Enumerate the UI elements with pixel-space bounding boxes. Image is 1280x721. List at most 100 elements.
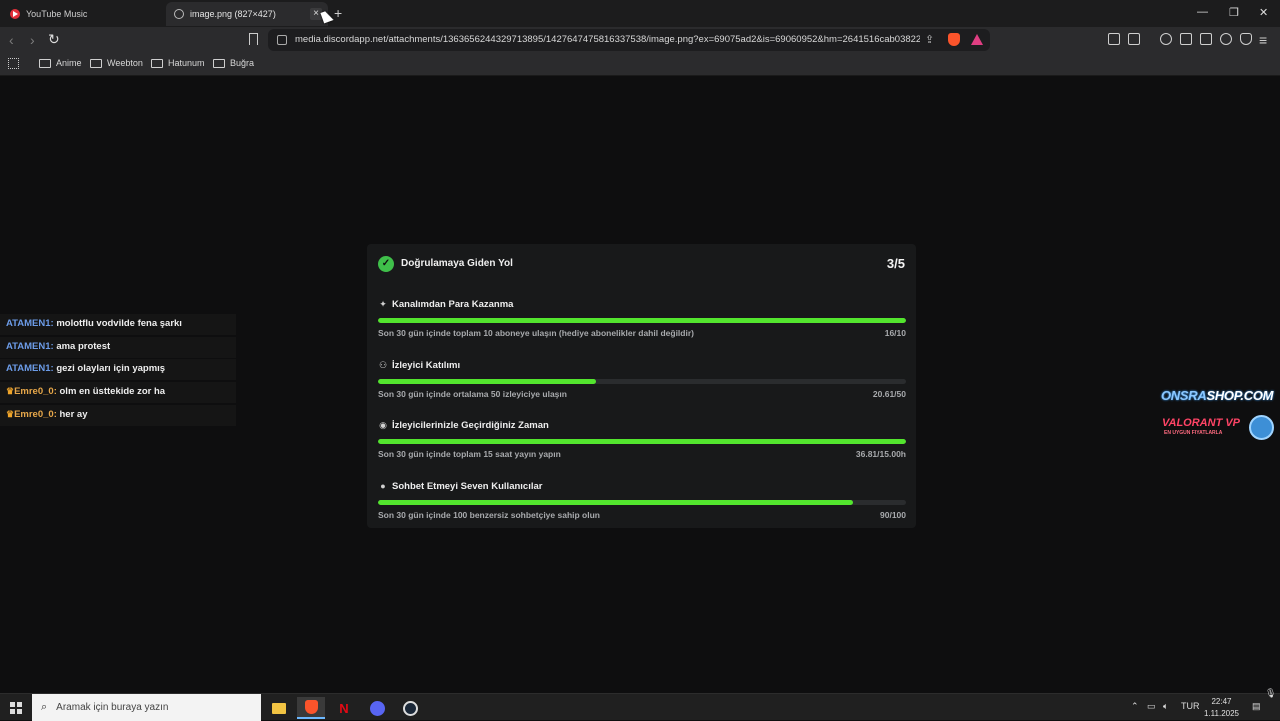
requirement-value: 90/100	[880, 510, 906, 520]
promo-logo: ONSRASHOP.COM	[1161, 388, 1273, 403]
card-title: Doğrulamaya Giden Yol	[401, 258, 513, 269]
requirement-unique-chatters: ● Sohbet Etmeyi Seven Kullanıcılar Son 3…	[378, 480, 906, 530]
bookmark-folder-hatunum[interactable]: Hatunum	[151, 58, 205, 68]
folder-icon	[213, 58, 225, 68]
maximize-button[interactable]: ❐	[1229, 6, 1239, 19]
progress-track	[378, 500, 906, 505]
chat-message: ATAMEN1: molotflu vodvilde fena şarkı	[0, 314, 236, 335]
share-icon[interactable]: ⇪	[925, 33, 934, 46]
broadcast-icon: ◉	[379, 420, 387, 430]
media-icon[interactable]	[1160, 33, 1172, 45]
requirement-value: 16/10	[884, 328, 906, 338]
bookmark-icon[interactable]	[249, 33, 258, 45]
browser-toolbar: ‹ › ↻ media.discordapp.net/attachments/1…	[0, 27, 1280, 53]
folder-icon	[90, 58, 102, 68]
chat-text: gezi olayları için yapmış	[56, 363, 166, 375]
microphone-icon: 🎙︎	[1265, 688, 1277, 698]
verified-check-icon: ✓	[378, 256, 394, 272]
brave-browser-icon[interactable]	[297, 697, 325, 719]
requirement-title: Kanalımdan Para Kazanma	[392, 299, 514, 310]
chat-username: ATAMEN1:	[6, 318, 54, 329]
bookmark-folder-bugra[interactable]: Buğra	[213, 58, 254, 68]
users-icon: ⚇	[378, 360, 388, 370]
screenshot-icon[interactable]	[1128, 33, 1140, 45]
windows-start-icon[interactable]	[10, 702, 22, 714]
taskbar-search[interactable]: ⌕ Aramak için buraya yazın	[32, 694, 261, 721]
leo-ai-icon[interactable]	[1220, 33, 1232, 45]
verification-card: ✓ Doğrulamaya Giden Yol 3/5 ✦ Kanalımdan…	[367, 244, 916, 528]
chat-message: ATAMEN1: gezi olayları için yapmış	[0, 359, 236, 381]
sidebar-icon[interactable]	[1180, 33, 1192, 45]
clock[interactable]: 22:47 1.11.2025	[1204, 696, 1239, 720]
requirement-desc: Son 30 gün içinde toplam 10 aboneye ulaş…	[378, 328, 694, 338]
search-placeholder: Aramak için buraya yazın	[56, 702, 169, 713]
tab-image[interactable]: image.png (827×427) ×	[166, 2, 328, 26]
brave-shields-icon[interactable]	[948, 33, 960, 46]
requirement-title: Sohbet Etmeyi Seven Kullanıcılar	[392, 481, 543, 492]
chat-username: ATAMEN1:	[6, 363, 54, 375]
chat-message: ♛Emre0_0: olm en üsttekide zor ha	[0, 382, 236, 404]
brave-rewards-icon[interactable]	[971, 34, 983, 45]
chat-overlay: ATAMEN1: molotflu vodvilde fena şarkı AT…	[0, 314, 236, 427]
bookmark-label: Weebton	[107, 58, 143, 68]
address-bar[interactable]: media.discordapp.net/attachments/1363656…	[268, 29, 990, 51]
search-icon: ⌕	[41, 701, 48, 713]
requirement-viewer-engagement: ⚇ İzleyici Katılımı Son 30 gün içinde or…	[378, 359, 906, 409]
vpn-shield-icon[interactable]	[1240, 33, 1252, 45]
file-explorer-icon[interactable]	[265, 697, 293, 719]
chat-username: Emre0_0:	[14, 408, 57, 420]
back-button[interactable]: ‹	[9, 32, 14, 48]
chat-username: ATAMEN1:	[6, 340, 54, 352]
extensions-icon[interactable]	[1108, 33, 1120, 45]
forward-button[interactable]: ›	[30, 32, 35, 48]
site-settings-icon[interactable]	[277, 35, 287, 45]
card-progress-count: 3/5	[886, 256, 905, 271]
tab-label: image.png (827×427)	[190, 9, 276, 19]
folder-icon	[39, 58, 51, 68]
new-tab-button[interactable]: +	[334, 5, 342, 21]
bookmark-folder-weebton[interactable]: Weebton	[90, 58, 143, 68]
bookmark-folder-anime[interactable]: Anime	[39, 58, 82, 68]
requirement-desc: Son 30 gün içinde 100 benzersiz sohbetçi…	[378, 510, 601, 520]
progress-track	[378, 318, 906, 323]
volume-icon[interactable]: 🔈︎	[1163, 701, 1168, 712]
promo-logo-part: SHOP.COM	[1206, 388, 1274, 403]
windows-taskbar: ⌕ Aramak için buraya yazın N ⌃ ▭ 🔈︎ TUR …	[0, 688, 1280, 721]
requirement-title: İzleyicilerinizle Geçirdiğiniz Zaman	[392, 420, 549, 431]
language-indicator[interactable]: TUR	[1181, 701, 1200, 711]
minimize-button[interactable]: —	[1197, 6, 1208, 18]
tab-youtube-music[interactable]: YouTube Music	[0, 2, 165, 26]
notifications-icon[interactable]: ▤	[1252, 701, 1261, 712]
reload-button[interactable]: ↻	[48, 31, 60, 48]
progress-fill	[378, 439, 906, 444]
progress-track	[378, 439, 906, 444]
url-text[interactable]: media.discordapp.net/attachments/1363656…	[295, 34, 920, 45]
chat-text: molotflu vodvilde fena şarkı	[56, 318, 182, 329]
requirement-value: 36.81/15.00h	[855, 449, 906, 459]
discord-icon[interactable]	[363, 697, 391, 719]
wallet-icon[interactable]	[1200, 33, 1212, 45]
steam-icon[interactable]	[396, 697, 424, 719]
close-window-button[interactable]: ✕	[1259, 6, 1268, 19]
promo-subtitle: VALORANT VP	[1162, 417, 1241, 429]
progress-fill	[378, 379, 596, 384]
requirement-monetization: ✦ Kanalımdan Para Kazanma Son 30 gün içi…	[378, 298, 906, 348]
menu-icon[interactable]: ≡	[1259, 32, 1267, 48]
tab-label: YouTube Music	[26, 9, 88, 19]
requirement-desc: Son 30 gün içinde toplam 15 saat yayın y…	[378, 449, 561, 459]
promo-logo-part: ONSRA	[1161, 388, 1207, 403]
network-icon[interactable]: ▭	[1147, 701, 1156, 712]
requirement-value: 20.61/50	[872, 389, 906, 399]
progress-track	[378, 379, 906, 384]
netflix-icon[interactable]: N	[330, 697, 358, 719]
chat-text: ama protest	[56, 340, 111, 352]
apps-grid-icon[interactable]	[8, 58, 19, 69]
promo-tagline: EN UYGUN FIYATLARLA	[1164, 430, 1223, 436]
bookmark-label: Hatunum	[168, 58, 205, 68]
globe-icon	[174, 9, 184, 19]
bookmark-label: Anime	[56, 58, 82, 68]
bookmark-label: Buğra	[230, 58, 255, 68]
crown-icon: ♛	[6, 408, 15, 419]
tray-overflow-icon[interactable]: ⌃	[1131, 701, 1139, 712]
chat-bubble-icon: ●	[380, 481, 386, 491]
